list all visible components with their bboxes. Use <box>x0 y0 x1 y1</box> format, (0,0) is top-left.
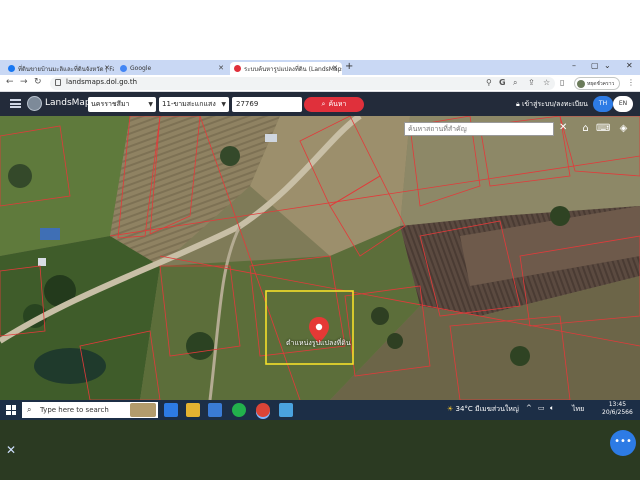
app-header: LandsMaps นครราชสีมา ▼ 11-ขามสะแกแสง ▼ 2… <box>0 92 640 116</box>
weather-temp: 34°C <box>455 405 473 413</box>
close-window-icon[interactable]: ✕ <box>626 61 633 70</box>
search-highlight-image <box>130 403 156 417</box>
tools-icon[interactable]: ✕ <box>6 443 22 459</box>
search-icon: ⌕ <box>321 100 326 108</box>
browser-tab-strip: ที่ดินขายบ้านมะลิและที่ดินจังหวัด | Face… <box>0 60 640 75</box>
satellite-map[interactable] <box>0 116 640 400</box>
district-value: 11-ขามสะแกแสง <box>162 100 216 108</box>
province-value: นครราชสีมา <box>91 100 130 108</box>
language-indicator[interactable]: ไทย <box>572 404 584 415</box>
zoom-icon[interactable]: ⌕ <box>513 78 517 88</box>
chevron-down-icon: ▼ <box>148 101 153 108</box>
google-icon <box>120 65 127 72</box>
lang-en-button[interactable]: EN <box>613 96 633 112</box>
close-icon[interactable]: ✕ <box>559 122 567 133</box>
chevron-down-icon[interactable]: ⌄ <box>604 61 611 70</box>
mail-icon[interactable] <box>208 403 222 417</box>
screen: ที่ดินขายบ้านมะลิและที่ดินจังหวัด | Face… <box>0 60 640 480</box>
login-link[interactable]: 🔒︎ เข้าสู่ระบบ/ลงทะเบียน <box>516 99 588 110</box>
file-explorer-icon[interactable] <box>186 403 200 417</box>
network-icon[interactable]: ▭ <box>538 404 545 412</box>
chevron-down-icon: ▼ <box>221 101 226 108</box>
weather-icon: ☀ <box>447 405 454 413</box>
google-lens-icon[interactable]: G <box>499 78 506 87</box>
menu-icon[interactable] <box>10 99 21 108</box>
address-bar: ← → ↻ landsmaps.dol.go.th ⚲ G ⌕ ⇪ ☆ ▯ หย… <box>0 75 640 92</box>
place-search-input[interactable]: ค้นหาสถานที่สำคัญ <box>404 122 554 136</box>
search-button[interactable]: ⌕ ค้นหา <box>304 97 364 112</box>
tab-title: Google <box>130 65 152 72</box>
url-text: landsmaps.dol.go.th <box>66 78 138 86</box>
parcel-number-input[interactable]: 27769 <box>232 97 302 112</box>
parcel-number-value: 27769 <box>236 100 259 108</box>
volume-icon[interactable]: 🔈︎ <box>550 404 554 413</box>
back-icon[interactable]: ← <box>6 77 14 87</box>
lock-icon <box>55 79 61 86</box>
tab-facebook[interactable]: ที่ดินขายบ้านมะลิและที่ดินจังหวัด | Face… <box>4 62 114 75</box>
search-icon: ⌕ <box>27 405 32 414</box>
new-tab-button[interactable]: + <box>345 61 353 72</box>
clock-date: 20/6/2566 <box>602 409 633 416</box>
tab-title: ระบบค้นหารูปแปลงที่ดิน (LandsMaps) <box>244 65 342 73</box>
share-icon[interactable]: ⇪ <box>528 78 535 87</box>
url-input[interactable]: landsmaps.dol.go.th <box>50 77 555 90</box>
keyboard-icon[interactable]: ⌨ <box>596 122 610 135</box>
profile-label: หยุดชั่วคราว <box>587 80 615 87</box>
province-select[interactable]: นครราชสีมา ▼ <box>88 97 156 112</box>
avatar <box>577 80 585 88</box>
clock[interactable]: 13:45 20/6/2566 <box>602 401 633 417</box>
weather-widget[interactable]: ☀ 34°C มีเมฆส่วนใหญ่ <box>447 404 519 415</box>
dots-icon: ••• <box>614 436 632 447</box>
login-label: เข้าสู่ระบบ/ลงทะเบียน <box>521 100 588 108</box>
star-icon[interactable]: ☆ <box>543 78 550 87</box>
map-pin-icon <box>234 65 241 72</box>
search-button-label: ค้นหา <box>328 100 347 108</box>
clock-time: 13:45 <box>608 401 627 408</box>
pin-label: ตำแหน่งรูปแปลงที่ดิน <box>286 339 351 347</box>
landsmaps-logo <box>27 96 42 111</box>
tray-chevron-icon[interactable]: ^ <box>526 404 532 412</box>
maximize-icon[interactable]: ▢ <box>591 61 599 70</box>
photos-icon[interactable] <box>279 403 293 417</box>
tab-title: ที่ดินขายบ้านมะลิและที่ดินจังหวัด | Face… <box>18 65 114 73</box>
os-taskbar: ⌕ Type here to search ☀ 34°C มีเมฆส่วนให… <box>0 400 640 420</box>
taskbar-search-placeholder: Type here to search <box>40 406 109 414</box>
profile-button[interactable]: หยุดชั่วคราว <box>574 77 620 90</box>
map-imagery <box>0 116 640 400</box>
tab-google[interactable]: Google ✕ <box>116 62 228 75</box>
home-icon[interactable]: ⌂ <box>579 122 592 135</box>
close-icon[interactable]: ✕ <box>332 64 338 72</box>
sidebar-icon[interactable]: ▯ <box>560 78 564 87</box>
minimize-icon[interactable]: – <box>572 61 576 70</box>
windows-start-icon[interactable] <box>6 405 16 415</box>
task-view-icon[interactable] <box>164 403 178 417</box>
chrome-icon[interactable] <box>256 403 270 417</box>
facebook-icon <box>8 65 15 72</box>
district-select[interactable]: 11-ขามสะแกแสง ▼ <box>159 97 229 112</box>
forward-icon[interactable]: → <box>20 77 28 87</box>
reload-icon[interactable]: ↻ <box>34 77 42 87</box>
weather-desc: มีเมฆส่วนใหญ่ <box>475 405 519 413</box>
taskbar-search-input[interactable]: ⌕ Type here to search <box>22 402 158 418</box>
menu-dots-icon[interactable]: ⋮ <box>627 78 635 87</box>
line-app-icon[interactable] <box>232 403 246 417</box>
layers-icon[interactable]: ◈ <box>617 122 630 135</box>
place-search-placeholder: ค้นหาสถานที่สำคัญ <box>408 125 467 133</box>
close-icon[interactable]: ✕ <box>104 64 110 72</box>
tab-landsmaps[interactable]: ระบบค้นหารูปแปลงที่ดิน (LandsMaps) ✕ <box>230 62 342 75</box>
location-icon[interactable]: ⚲ <box>486 78 492 87</box>
lang-th-button[interactable]: TH <box>593 96 613 112</box>
close-icon[interactable]: ✕ <box>218 64 224 72</box>
more-options-button[interactable]: ••• <box>610 430 636 456</box>
lock-icon: 🔒︎ <box>516 100 520 108</box>
